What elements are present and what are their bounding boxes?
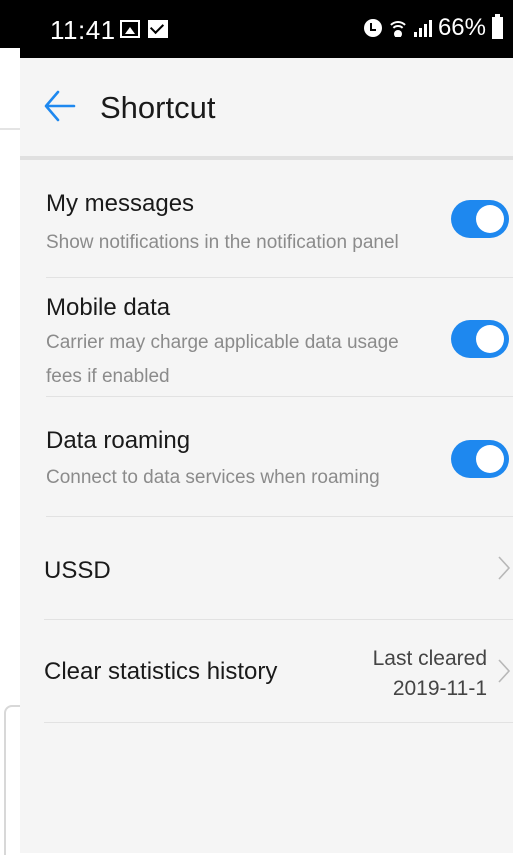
battery-percent: 66% bbox=[437, 14, 486, 41]
last-cleared-label: Last cleared bbox=[372, 647, 487, 670]
setting-title: Clear statistics history bbox=[44, 658, 278, 685]
data-roaming-toggle[interactable] bbox=[451, 440, 509, 478]
last-cleared-value: Last cleared 2019-11-1 bbox=[373, 644, 487, 704]
setting-title: Mobile data bbox=[46, 294, 171, 321]
setting-mobile-data[interactable]: Mobile data Carrier may charge applicabl… bbox=[46, 278, 513, 397]
back-arrow-icon[interactable] bbox=[44, 88, 76, 124]
last-cleared-date: 2019-11-1 bbox=[392, 677, 487, 700]
setting-ussd[interactable]: USSD bbox=[44, 517, 513, 620]
toggle-knob bbox=[476, 445, 504, 473]
toggle-knob bbox=[476, 325, 504, 353]
app-header: Shortcut bbox=[20, 58, 513, 160]
mail-icon bbox=[148, 20, 168, 38]
setting-data-roaming[interactable]: Data roaming Connect to data services wh… bbox=[46, 397, 513, 517]
setting-title: Data roaming bbox=[46, 427, 191, 454]
signal-icon bbox=[413, 19, 432, 37]
setting-my-messages[interactable]: My messages Show notifications in the no… bbox=[46, 160, 513, 278]
chevron-right-icon bbox=[498, 659, 511, 683]
status-time: 11:41 bbox=[50, 15, 116, 45]
setting-subtitle: Carrier may charge applicable data usage… bbox=[46, 332, 399, 387]
battery-icon bbox=[492, 14, 503, 39]
status-notification-icons bbox=[120, 20, 168, 38]
mobile-data-toggle[interactable] bbox=[451, 320, 509, 358]
alarm-icon bbox=[363, 19, 382, 37]
wifi-icon bbox=[387, 19, 408, 37]
my-messages-toggle[interactable] bbox=[451, 200, 509, 238]
setting-title: My messages bbox=[46, 190, 195, 217]
setting-subtitle: Connect to data services when roaming bbox=[46, 467, 380, 488]
setting-clear-statistics[interactable]: Clear statistics history Last cleared 20… bbox=[44, 620, 513, 723]
background-card-edge bbox=[4, 705, 20, 855]
background-app-edge bbox=[0, 0, 20, 855]
setting-subtitle: Show notifications in the notification p… bbox=[46, 232, 399, 253]
setting-title: USSD bbox=[44, 557, 111, 584]
toggle-knob bbox=[476, 205, 504, 233]
status-bar: 11:41 66% bbox=[20, 0, 513, 58]
status-system-icons: 66% bbox=[363, 14, 503, 42]
image-icon bbox=[120, 20, 140, 38]
background-divider bbox=[0, 128, 20, 130]
phone-screen: 11:41 66% Shortcut My messages Show noti… bbox=[20, 0, 513, 853]
chevron-right-icon bbox=[498, 556, 511, 580]
page-title: Shortcut bbox=[100, 90, 216, 125]
background-status-edge bbox=[0, 0, 20, 48]
